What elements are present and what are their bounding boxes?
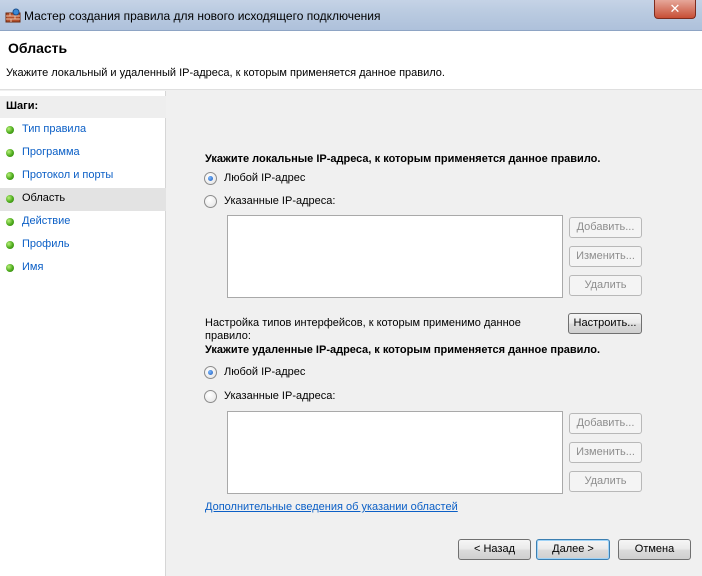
local-add-button[interactable]: Добавить... bbox=[569, 217, 642, 238]
remote-remove-button[interactable]: Удалить bbox=[569, 471, 642, 492]
scope-panel: Укажите локальные IP-адреса, к которым п… bbox=[167, 91, 702, 576]
remote-ip-list[interactable] bbox=[227, 411, 563, 494]
more-info-link[interactable]: Дополнительные сведения об указании обла… bbox=[205, 501, 458, 513]
back-button[interactable]: < Назад bbox=[458, 539, 531, 560]
remote-edit-button[interactable]: Изменить... bbox=[569, 442, 642, 463]
page-title: Область bbox=[8, 40, 68, 56]
local-specified-ip-radio[interactable]: Указанные IP-адреса: bbox=[204, 194, 404, 210]
firewall-icon bbox=[5, 8, 21, 24]
close-icon: ✕ bbox=[669, 1, 681, 16]
interface-types-text: Настройка типов интерфейсов, к которым п… bbox=[205, 317, 521, 342]
remote-any-ip-radio[interactable]: Любой IP-адрес bbox=[204, 365, 404, 381]
sidebar-item-protocol-ports[interactable]: Протокол и порты bbox=[0, 165, 166, 188]
local-ip-heading: Укажите локальные IP-адреса, к которым п… bbox=[205, 153, 601, 165]
title-bar: Мастер создания правила для нового исход… bbox=[0, 0, 702, 31]
close-window-button[interactable]: ✕ bbox=[654, 0, 696, 19]
next-button[interactable]: Далее > bbox=[536, 539, 610, 560]
cancel-button[interactable]: Отмена bbox=[618, 539, 691, 560]
sidebar-item-label: Действие bbox=[22, 215, 71, 227]
sidebar-item-label: Профиль bbox=[22, 238, 70, 250]
local-any-ip-radio[interactable]: Любой IP-адрес bbox=[204, 171, 404, 187]
radio-button[interactable] bbox=[204, 366, 217, 379]
radio-label: Указанные IP-адреса: bbox=[224, 390, 336, 402]
sidebar-item-scope[interactable]: Область bbox=[0, 188, 166, 211]
sidebar-item-program[interactable]: Программа bbox=[0, 142, 166, 165]
sidebar-item-profile[interactable]: Профиль bbox=[0, 234, 166, 257]
sidebar-item-label: Область bbox=[22, 192, 66, 204]
steps-title: Шаги: bbox=[0, 96, 166, 118]
sidebar-item-action[interactable]: Действие bbox=[0, 211, 166, 234]
sidebar-item-label: Протокол и порты bbox=[22, 169, 114, 181]
remote-ip-heading: Укажите удаленные IP-адреса, к которым п… bbox=[205, 344, 601, 356]
step-status-icon bbox=[6, 264, 14, 272]
step-status-icon bbox=[6, 126, 14, 134]
step-status-icon bbox=[6, 195, 14, 203]
local-remove-button[interactable]: Удалить bbox=[569, 275, 642, 296]
sidebar-item-label: Программа bbox=[22, 146, 80, 158]
step-status-icon bbox=[6, 172, 14, 180]
sidebar-item-label: Имя bbox=[22, 261, 44, 273]
radio-label: Любой IP-адрес bbox=[224, 172, 306, 184]
local-ip-list[interactable] bbox=[227, 215, 563, 298]
radio-button[interactable] bbox=[204, 195, 217, 208]
steps-sidebar: Шаги: Тип правила Программа Протокол и п… bbox=[0, 91, 166, 576]
radio-button[interactable] bbox=[204, 172, 217, 185]
customize-interfaces-button[interactable]: Настроить... bbox=[568, 313, 642, 334]
step-status-icon bbox=[6, 218, 14, 226]
radio-label: Указанные IP-адреса: bbox=[224, 195, 336, 207]
window-title: Мастер создания правила для нового исход… bbox=[24, 9, 381, 23]
step-status-icon bbox=[6, 241, 14, 249]
page-description: Укажите локальный и удаленный IP-адреса,… bbox=[6, 67, 445, 79]
wizard-header: Область Укажите локальный и удаленный IP… bbox=[0, 31, 702, 90]
sidebar-item-rule-type[interactable]: Тип правила bbox=[0, 119, 166, 142]
step-status-icon bbox=[6, 149, 14, 157]
sidebar-item-name[interactable]: Имя bbox=[0, 257, 166, 280]
sidebar-item-label: Тип правила bbox=[22, 123, 87, 135]
remote-add-button[interactable]: Добавить... bbox=[569, 413, 642, 434]
radio-button[interactable] bbox=[204, 390, 217, 403]
radio-label: Любой IP-адрес bbox=[224, 366, 306, 378]
remote-specified-ip-radio[interactable]: Указанные IP-адреса: bbox=[204, 389, 404, 405]
local-edit-button[interactable]: Изменить... bbox=[569, 246, 642, 267]
